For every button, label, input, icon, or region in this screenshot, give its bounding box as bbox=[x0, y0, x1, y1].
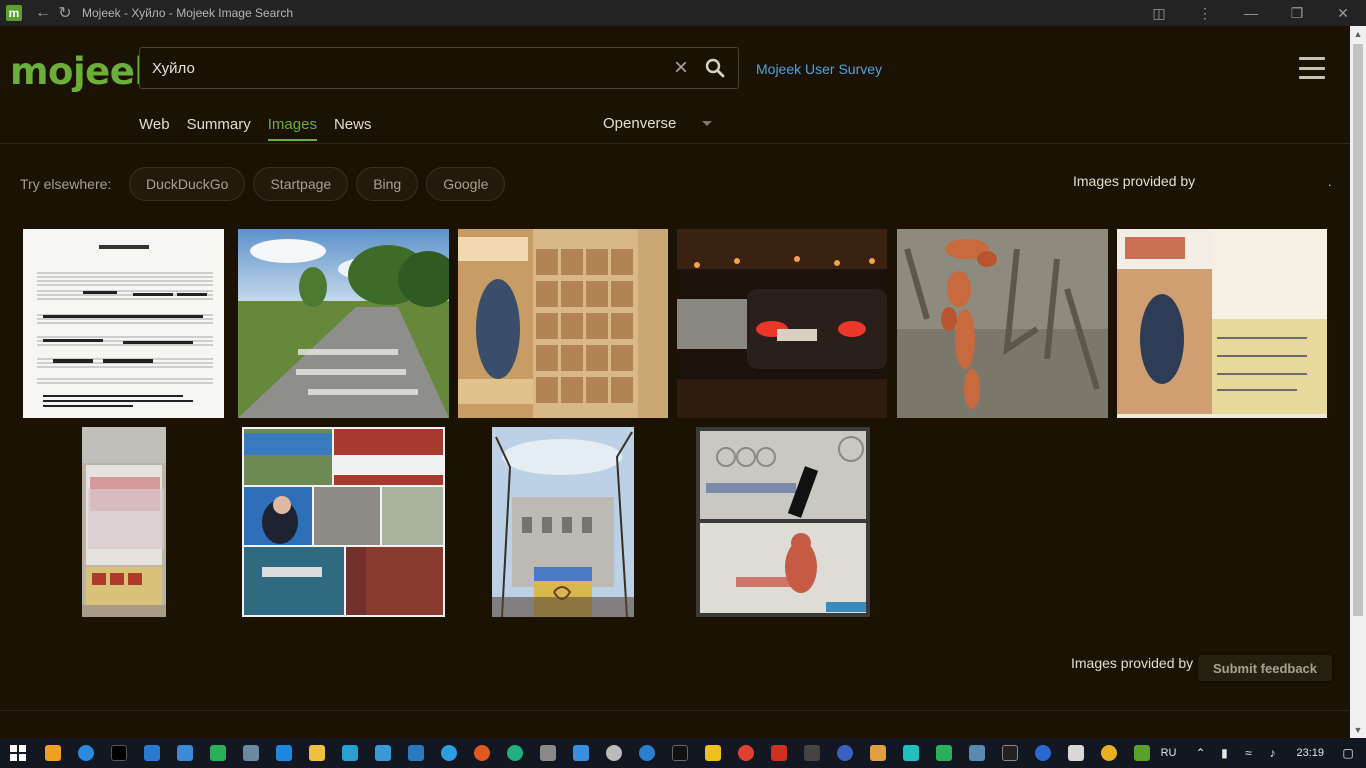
app-icon[interactable] bbox=[498, 738, 531, 768]
app-icon[interactable] bbox=[861, 738, 894, 768]
collage-image[interactable] bbox=[242, 427, 445, 617]
submit-feedback-button[interactable]: Submit feedback bbox=[1198, 655, 1332, 681]
divider bbox=[0, 710, 1350, 711]
app-icon[interactable] bbox=[762, 738, 795, 768]
scroll-thumb[interactable] bbox=[1353, 44, 1363, 616]
scroll-up-icon[interactable]: ▲ bbox=[1350, 26, 1366, 42]
wifi-icon[interactable]: ≈ bbox=[1236, 738, 1260, 768]
concrete-wall-image[interactable] bbox=[696, 427, 870, 617]
engine-startpage-button[interactable]: Startpage bbox=[253, 167, 349, 201]
app-icon[interactable] bbox=[168, 738, 201, 768]
app-icon[interactable] bbox=[234, 738, 267, 768]
close-button[interactable]: ✕ bbox=[1320, 2, 1366, 24]
notifications-icon[interactable]: ▢ bbox=[1336, 738, 1360, 768]
app-icon: m bbox=[6, 5, 22, 21]
poster-image[interactable] bbox=[82, 427, 166, 617]
telegram-icon[interactable] bbox=[432, 738, 465, 768]
file-explorer-icon[interactable] bbox=[300, 738, 333, 768]
app-icon[interactable] bbox=[366, 738, 399, 768]
stamp-sheet-image[interactable] bbox=[458, 229, 668, 418]
chevron-down-icon[interactable] bbox=[702, 121, 712, 126]
chrome-icon[interactable] bbox=[729, 738, 762, 768]
postcard-image[interactable] bbox=[1117, 229, 1327, 418]
extensions-icon[interactable]: ◫ bbox=[1136, 2, 1182, 24]
minimize-button[interactable]: — bbox=[1228, 2, 1274, 24]
building-image[interactable] bbox=[492, 427, 634, 617]
night-traffic-image[interactable] bbox=[677, 229, 887, 418]
app-icon[interactable] bbox=[333, 738, 366, 768]
search-box[interactable]: Хуйло × bbox=[139, 47, 739, 89]
mojeek-app-icon[interactable] bbox=[1125, 738, 1158, 768]
engine-bing-button[interactable]: Bing bbox=[356, 167, 419, 201]
app-icon[interactable] bbox=[993, 738, 1026, 768]
road-graffiti-image[interactable] bbox=[238, 229, 449, 418]
chrome-icon[interactable] bbox=[1092, 738, 1125, 768]
app-icon[interactable] bbox=[399, 738, 432, 768]
app-icon[interactable] bbox=[36, 738, 69, 768]
battery-icon[interactable]: ▮ bbox=[1212, 738, 1236, 768]
search-icon[interactable] bbox=[704, 57, 726, 79]
app-icon[interactable] bbox=[267, 738, 300, 768]
tab-web[interactable]: Web bbox=[139, 116, 170, 141]
app-icon[interactable] bbox=[597, 738, 630, 768]
app-icon[interactable] bbox=[927, 738, 960, 768]
hamburger-menu-icon[interactable] bbox=[1299, 57, 1325, 79]
clear-icon[interactable]: × bbox=[670, 56, 692, 80]
windows-start-icon[interactable] bbox=[0, 738, 36, 768]
image-provider-select[interactable]: Openverse bbox=[603, 115, 676, 132]
app-icon[interactable] bbox=[201, 738, 234, 768]
tab-news[interactable]: News bbox=[334, 116, 372, 141]
volume-icon[interactable]: ♪ bbox=[1260, 738, 1284, 768]
clock[interactable]: 23:19 bbox=[1296, 747, 1324, 759]
ivy-wall-image[interactable] bbox=[897, 229, 1108, 418]
tab-summary[interactable]: Summary bbox=[187, 116, 251, 141]
system-tray: RU ⌃ ▮ ≈ ♪ 23:19 ▢ bbox=[1161, 738, 1366, 768]
app-icon[interactable] bbox=[630, 738, 663, 768]
user-survey-link[interactable]: Mojeek User Survey bbox=[756, 61, 882, 77]
page-content: mojeek Хуйло × Mojeek User Survey Web Su… bbox=[0, 26, 1350, 738]
more-options-icon[interactable]: ⋮ bbox=[1182, 2, 1228, 24]
app-icon[interactable] bbox=[69, 738, 102, 768]
scroll-down-icon[interactable]: ▼ bbox=[1350, 722, 1366, 738]
app-icon[interactable] bbox=[894, 738, 927, 768]
app-icon[interactable] bbox=[135, 738, 168, 768]
app-icon[interactable] bbox=[960, 738, 993, 768]
tab-images[interactable]: Images bbox=[267, 116, 317, 141]
app-icon[interactable] bbox=[696, 738, 729, 768]
try-elsewhere-label: Try elsewhere: bbox=[20, 176, 112, 192]
app-icon[interactable] bbox=[795, 738, 828, 768]
vertical-scrollbar[interactable]: ▲ ▼ bbox=[1350, 26, 1366, 738]
app-icon[interactable] bbox=[531, 738, 564, 768]
images-provided-by-label: Images provided by bbox=[1073, 173, 1196, 189]
mojeek-logo[interactable]: mojeek bbox=[10, 50, 159, 93]
pinned-apps bbox=[36, 738, 1158, 768]
restore-button[interactable]: ❐ bbox=[1274, 2, 1320, 24]
divider bbox=[0, 143, 1350, 144]
sheet-music-image[interactable] bbox=[23, 229, 224, 418]
search-input[interactable]: Хуйло bbox=[152, 60, 195, 77]
app-icon[interactable] bbox=[1026, 738, 1059, 768]
windows-taskbar: RU ⌃ ▮ ≈ ♪ 23:19 ▢ bbox=[0, 738, 1366, 768]
search-type-tabs: Web Summary Images News bbox=[139, 116, 388, 141]
back-icon[interactable]: ← bbox=[32, 2, 54, 24]
app-icon[interactable] bbox=[828, 738, 861, 768]
app-icon[interactable] bbox=[663, 738, 696, 768]
alternative-engines: DuckDuckGo Startpage Bing Google bbox=[129, 167, 506, 201]
engine-google-button[interactable]: Google bbox=[426, 167, 506, 201]
app-icon[interactable] bbox=[102, 738, 135, 768]
window-title: Mojeek - Хуйло - Mojeek Image Search bbox=[82, 6, 293, 20]
title-bar: m ← ↻ Mojeek - Хуйло - Mojeek Image Sear… bbox=[0, 0, 1366, 26]
engine-duckduckgo-button[interactable]: DuckDuckGo bbox=[129, 167, 246, 201]
provider-logo-placeholder: . bbox=[1328, 175, 1332, 189]
app-icon[interactable] bbox=[1059, 738, 1092, 768]
chevron-up-icon[interactable]: ⌃ bbox=[1188, 738, 1212, 768]
app-icon[interactable] bbox=[465, 738, 498, 768]
reload-icon[interactable]: ↻ bbox=[54, 2, 76, 24]
language-indicator[interactable]: RU bbox=[1161, 747, 1177, 759]
images-provided-by-footer: Images provided by bbox=[1071, 655, 1194, 671]
app-icon[interactable] bbox=[564, 738, 597, 768]
